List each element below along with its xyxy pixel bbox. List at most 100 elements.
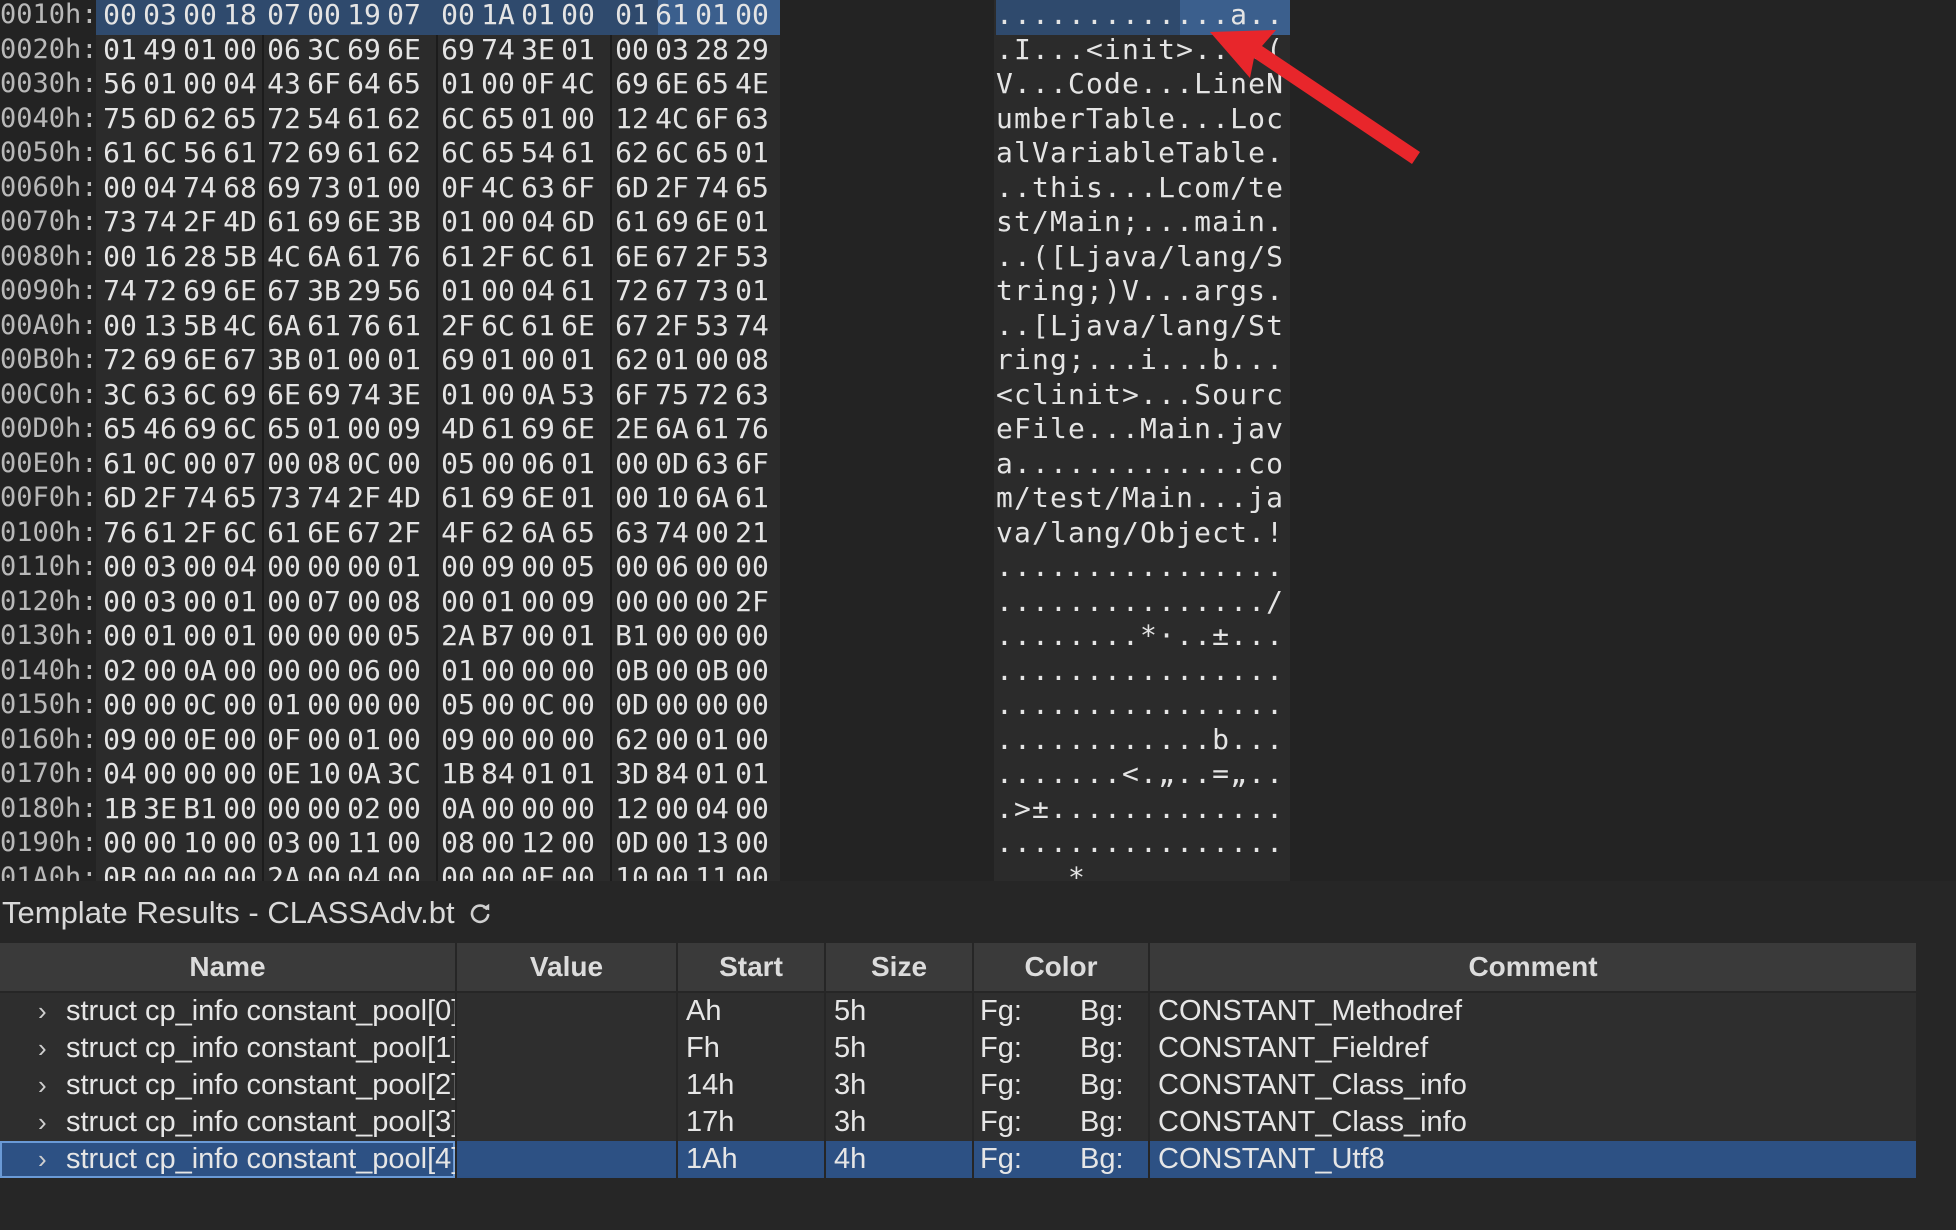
hex-byte[interactable]: 65 — [220, 102, 260, 137]
hex-byte[interactable]: 09 — [100, 723, 140, 758]
hex-byte[interactable]: 2F — [692, 240, 732, 275]
hex-byte[interactable]: 0A — [438, 792, 478, 827]
hex-row-ascii[interactable]: eFile...Main.jav — [996, 412, 1290, 447]
hex-byte[interactable]: 01 — [518, 757, 558, 792]
hex-byte[interactable]: 00 — [732, 861, 772, 882]
hex-byte[interactable]: 6E — [264, 378, 304, 413]
hex-byte[interactable]: 68 — [220, 171, 260, 206]
hex-byte[interactable]: 65 — [692, 67, 732, 102]
hex-byte[interactable]: 61 — [558, 240, 598, 275]
hex-byte[interactable]: 2F — [180, 516, 220, 551]
hex-byte[interactable]: 61 — [438, 240, 478, 275]
hex-byte[interactable]: 06 — [518, 447, 558, 482]
hex-byte[interactable]: 00 — [140, 654, 180, 689]
hex-byte[interactable]: 09 — [478, 550, 518, 585]
hex-row-ascii[interactable]: tring;)V...args. — [996, 274, 1290, 309]
hex-byte[interactable]: 00 — [384, 688, 424, 723]
hex-byte[interactable]: 07 — [264, 0, 304, 33]
hex-byte[interactable]: 61 — [732, 481, 772, 516]
hex-byte[interactable]: 09 — [558, 585, 598, 620]
hex-byte[interactable]: 04 — [220, 550, 260, 585]
hex-byte[interactable]: 61 — [518, 309, 558, 344]
hex-byte[interactable]: 00 — [692, 585, 732, 620]
hex-byte[interactable]: 04 — [518, 205, 558, 240]
hex-byte[interactable]: 01 — [612, 0, 652, 33]
cell-comment[interactable]: CONSTANT_Utf8 — [1150, 1141, 1918, 1178]
hex-byte[interactable]: 00 — [180, 861, 220, 882]
hex-row-ascii[interactable]: a.............co — [996, 447, 1290, 482]
hex-byte[interactable]: 00 — [344, 619, 384, 654]
hex-byte[interactable]: 00 — [558, 723, 598, 758]
hex-byte[interactable]: 63 — [140, 378, 180, 413]
hex-byte[interactable]: 00 — [732, 723, 772, 758]
hex-byte[interactable]: 00 — [304, 861, 344, 882]
hex-byte[interactable]: 01 — [180, 33, 220, 68]
hex-byte[interactable]: 00 — [732, 688, 772, 723]
hex-row-ascii[interactable]: ................ — [996, 550, 1290, 585]
hex-byte[interactable]: 01 — [478, 585, 518, 620]
hex-byte[interactable]: 00 — [652, 861, 692, 882]
hex-byte[interactable]: 65 — [558, 516, 598, 551]
hex-byte[interactable]: 61 — [652, 0, 692, 33]
hex-byte[interactable]: 03 — [652, 33, 692, 68]
hex-byte[interactable]: B7 — [478, 619, 518, 654]
hex-byte[interactable]: 01 — [344, 171, 384, 206]
hex-byte[interactable]: 69 — [438, 33, 478, 68]
hex-byte[interactable]: 04 — [220, 67, 260, 102]
hex-byte[interactable]: 28 — [692, 33, 732, 68]
chevron-right-icon[interactable]: › — [38, 1141, 66, 1178]
hex-byte[interactable]: 62 — [612, 723, 652, 758]
hex-byte[interactable]: 6F — [558, 171, 598, 206]
hex-byte[interactable]: 6F — [732, 447, 772, 482]
hex-byte[interactable]: 56 — [100, 67, 140, 102]
cell-value[interactable] — [457, 1067, 678, 1104]
column-header-comment[interactable]: Comment — [1150, 943, 1918, 991]
hex-byte[interactable]: 0C — [344, 447, 384, 482]
hex-byte[interactable]: 46 — [140, 412, 180, 447]
hex-byte[interactable]: 00 — [220, 723, 260, 758]
column-header-start[interactable]: Start — [678, 943, 826, 991]
hex-byte[interactable]: 00 — [518, 792, 558, 827]
hex-byte[interactable]: 74 — [140, 205, 180, 240]
hex-byte[interactable]: 73 — [264, 481, 304, 516]
hex-byte[interactable]: 05 — [438, 447, 478, 482]
chevron-right-icon[interactable]: › — [38, 1104, 66, 1141]
hex-byte[interactable]: 10 — [180, 826, 220, 861]
hex-byte[interactable]: 00 — [344, 688, 384, 723]
hex-byte[interactable]: 00 — [518, 723, 558, 758]
hex-byte[interactable]: 6E — [220, 274, 260, 309]
hex-byte[interactable]: 00 — [100, 550, 140, 585]
hex-byte[interactable]: 06 — [264, 33, 304, 68]
hex-byte[interactable]: 00 — [692, 688, 732, 723]
hex-byte[interactable]: 2F — [344, 481, 384, 516]
hex-byte[interactable]: 11 — [692, 861, 732, 882]
hex-byte[interactable]: 01 — [304, 412, 344, 447]
hex-byte[interactable]: 18 — [220, 0, 260, 33]
hex-byte[interactable]: 6D — [140, 102, 180, 137]
hex-byte[interactable]: 67 — [612, 309, 652, 344]
hex-byte[interactable]: 00 — [612, 447, 652, 482]
hex-byte[interactable]: 69 — [652, 205, 692, 240]
hex-byte[interactable]: 65 — [732, 171, 772, 206]
hex-byte[interactable]: 01 — [692, 757, 732, 792]
hex-row-ascii[interactable]: st/Main;...main. — [996, 205, 1290, 240]
hex-byte[interactable]: 65 — [220, 481, 260, 516]
hex-byte[interactable]: 00 — [652, 585, 692, 620]
hex-byte[interactable]: 08 — [304, 447, 344, 482]
hex-byte[interactable]: 00 — [304, 654, 344, 689]
hex-byte[interactable]: 43 — [264, 67, 304, 102]
hex-byte[interactable]: 00 — [612, 481, 652, 516]
hex-byte[interactable]: 61 — [140, 516, 180, 551]
hex-byte[interactable]: 3B — [304, 274, 344, 309]
hex-byte[interactable]: 00 — [612, 585, 652, 620]
column-header-value[interactable]: Value — [457, 943, 678, 991]
hex-byte[interactable]: 01 — [732, 136, 772, 171]
hex-byte[interactable]: 01 — [558, 619, 598, 654]
hex-byte[interactable]: 2F — [732, 585, 772, 620]
cell-color[interactable]: Fg: Bg: — [974, 993, 1150, 1030]
hex-byte[interactable]: 69 — [264, 171, 304, 206]
hex-byte[interactable]: 00 — [518, 343, 558, 378]
hex-byte[interactable]: 00 — [478, 67, 518, 102]
cell-value[interactable] — [457, 1141, 678, 1178]
hex-byte[interactable]: 03 — [140, 0, 180, 33]
